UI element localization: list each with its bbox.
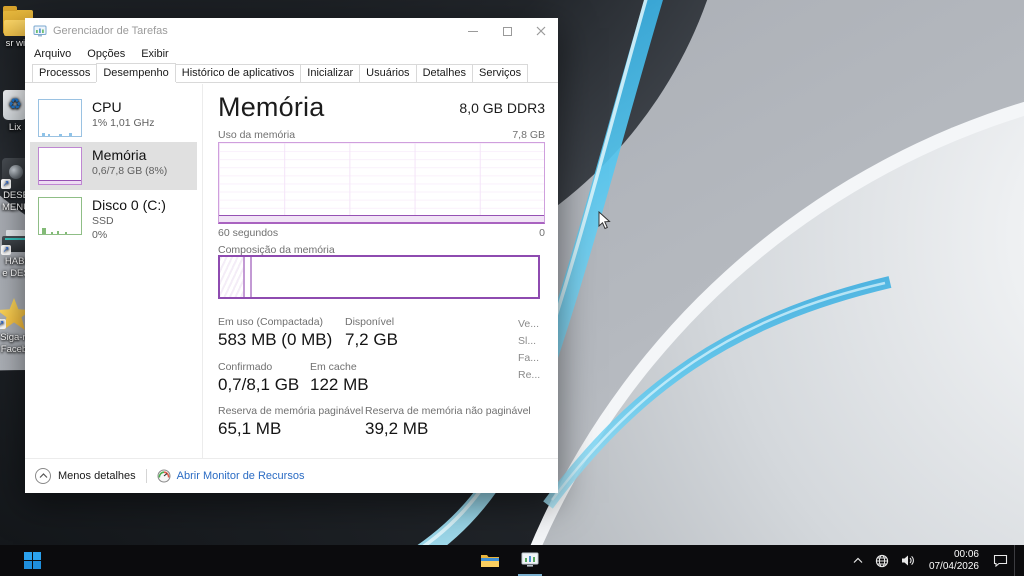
footer-divider: [146, 469, 147, 483]
cpu-title: CPU: [92, 99, 154, 116]
less-details-label: Menos detalhes: [58, 470, 136, 482]
stat-value-reserva-nao-paginavel: 39,2 MB: [365, 419, 428, 439]
sidebar-item-cpu[interactable]: CPU 1% 1,01 GHz: [30, 94, 197, 142]
resource-monitor-icon: [157, 469, 171, 483]
truncated-label-velocidade: Ve...: [518, 318, 539, 330]
memory-capacity: 8,0 GB DDR3: [459, 100, 545, 116]
stat-label-reserva-paginavel: Reserva de memória paginável: [218, 405, 363, 417]
usage-chart-max: 7,8 GB: [512, 129, 545, 141]
clock-time: 00:06: [929, 549, 979, 561]
window-footer: Menos detalhes Abrir Monitor de Recursos: [25, 458, 558, 493]
tray-show-hidden-icons-button[interactable]: [847, 545, 869, 576]
stat-value-confirmado: 0,7/8,1 GB: [218, 375, 299, 395]
stat-value-reserva-paginavel: 65,1 MB: [218, 419, 281, 439]
shortcut-arrow-icon: ↗: [1, 245, 11, 255]
minimize-button[interactable]: [456, 18, 490, 44]
less-details-button[interactable]: Menos detalhes: [35, 468, 136, 484]
panel-title: Memória: [218, 92, 324, 123]
clock-date: 07/04/2026: [929, 561, 979, 573]
truncated-label-reservado: Re...: [518, 369, 540, 381]
tab-desempenho[interactable]: Desempenho: [96, 63, 175, 82]
open-resource-monitor-link[interactable]: Abrir Monitor de Recursos: [157, 469, 305, 483]
file-explorer-icon: [480, 553, 500, 569]
memory-composition-bar: [218, 255, 540, 299]
recycle-bin-icon: ♻: [3, 90, 27, 120]
window-title: Gerenciador de Tarefas: [53, 25, 168, 37]
close-button[interactable]: [524, 18, 558, 44]
tab-detalhes[interactable]: Detalhes: [416, 64, 473, 82]
memory-usage-chart: [218, 142, 545, 224]
action-center-button[interactable]: [987, 545, 1014, 576]
speaker-icon: [901, 554, 915, 567]
task-manager-app-icon: [33, 24, 47, 38]
disk-mini-chart: [38, 197, 82, 235]
composition-divider: [250, 257, 252, 297]
composition-in-use-segment: [220, 257, 243, 297]
globe-network-icon: [875, 554, 889, 568]
memory-subtitle: 0,6/7,8 GB (8%): [92, 164, 167, 178]
tray-volume-button[interactable]: [895, 545, 921, 576]
tab-servicos[interactable]: Serviços: [472, 64, 528, 82]
mouse-cursor: [598, 211, 611, 230]
chevron-up-icon: [35, 468, 51, 484]
sidebar-item-disk[interactable]: Disco 0 (C:) SSD 0%: [30, 192, 197, 247]
memory-title: Memória: [92, 147, 167, 164]
task-manager-icon: [520, 552, 540, 569]
truncated-label-fator: Fa...: [518, 352, 539, 364]
show-desktop-button[interactable]: [1014, 545, 1018, 576]
taskbar: 00:06 07/04/2026: [0, 545, 1024, 576]
maximize-button[interactable]: [490, 18, 524, 44]
usage-chart-label: Uso da memória: [218, 129, 295, 141]
tab-bar: Processos Desempenho Histórico de aplica…: [25, 64, 558, 83]
task-manager-window: Gerenciador de Tarefas Arquivo Opções Ex…: [25, 18, 558, 493]
stat-label-disponivel: Disponível: [345, 316, 394, 328]
open-resource-monitor-label: Abrir Monitor de Recursos: [177, 470, 305, 482]
windows-logo-icon: [24, 552, 41, 569]
start-button[interactable]: [12, 545, 52, 576]
chevron-up-icon: [853, 557, 863, 564]
taskbar-clock[interactable]: 00:06 07/04/2026: [921, 549, 987, 573]
stat-value-disponivel: 7,2 GB: [345, 330, 398, 350]
cpu-mini-chart: [38, 99, 82, 137]
shortcut-arrow-icon: ↗: [0, 319, 6, 329]
cpu-subtitle: 1% 1,01 GHz: [92, 116, 154, 130]
stat-label-em-uso: Em uso (Compactada): [218, 316, 323, 328]
stat-label-reserva-nao-paginavel: Reserva de memória não paginável: [365, 405, 531, 417]
disk-subtitle-ssd: SSD: [92, 214, 166, 228]
menu-arquivo[interactable]: Arquivo: [34, 48, 71, 60]
memory-panel: Memória 8,0 GB DDR3 Uso da memória 7,8 G…: [202, 84, 558, 458]
stat-value-em-uso: 583 MB (0 MB): [218, 330, 332, 350]
tab-usuarios[interactable]: Usuários: [359, 64, 416, 82]
composition-divider: [243, 257, 245, 297]
shortcut-arrow-icon: ↗: [1, 179, 11, 189]
menu-opcoes[interactable]: Opções: [87, 48, 125, 60]
stat-label-confirmado: Confirmado: [218, 361, 272, 373]
taskbar-task-manager-button[interactable]: [510, 545, 550, 576]
action-center-icon: [993, 554, 1008, 567]
minimize-icon: [468, 31, 478, 32]
close-icon: [536, 26, 546, 36]
tab-historico-de-aplicativos[interactable]: Histórico de aplicativos: [175, 64, 302, 82]
truncated-label-slots: Sl...: [518, 335, 536, 347]
tray-network-button[interactable]: [869, 545, 895, 576]
menu-bar: Arquivo Opções Exibir: [25, 44, 558, 64]
stat-label-em-cache: Em cache: [310, 361, 357, 373]
performance-content: CPU 1% 1,01 GHz Memória 0,6/7,8 GB (8%) …: [25, 84, 558, 458]
disk-subtitle-percent: 0%: [92, 228, 166, 242]
stat-value-em-cache: 122 MB: [310, 375, 369, 395]
memory-usage-area: [219, 215, 544, 222]
usage-chart-zero-label: 0: [539, 227, 545, 239]
disk-title: Disco 0 (C:): [92, 197, 166, 214]
memory-mini-chart: [38, 147, 82, 185]
tab-processos[interactable]: Processos: [32, 64, 97, 82]
usage-chart-time-label: 60 segundos: [218, 227, 278, 239]
menu-exibir[interactable]: Exibir: [141, 48, 169, 60]
title-bar[interactable]: Gerenciador de Tarefas: [25, 18, 558, 44]
taskbar-file-explorer-button[interactable]: [470, 545, 510, 576]
sidebar-item-memory[interactable]: Memória 0,6/7,8 GB (8%): [30, 142, 197, 190]
tab-inicializar[interactable]: Inicializar: [300, 64, 360, 82]
maximize-icon: [503, 27, 512, 36]
